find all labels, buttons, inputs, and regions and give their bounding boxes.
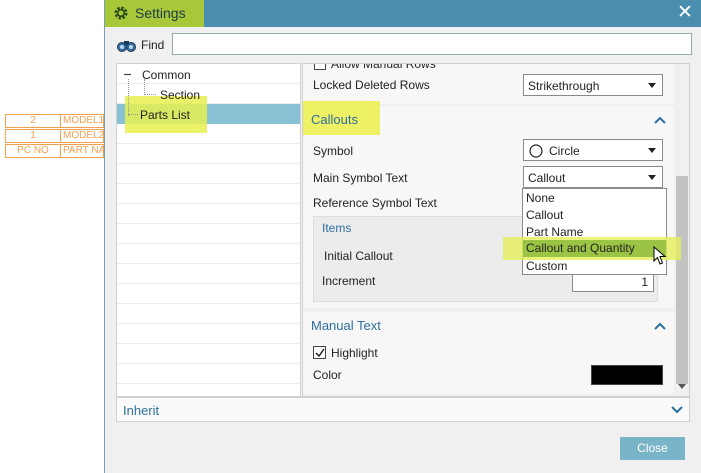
initial-callout-label: Initial Callout [324, 249, 393, 263]
settings-dialog: Settings ✕ Find Common Section Parts Lis… [104, 0, 701, 473]
reference-symbol-text-label: Reference Symbol Text [313, 196, 437, 210]
allow-manual-rows-label: Allow Manual Rows [331, 63, 436, 71]
check-icon [315, 348, 325, 358]
tree-row [117, 304, 300, 324]
color-label: Color [313, 368, 342, 382]
tree-row [117, 324, 300, 344]
locked-deleted-rows-label: Locked Deleted Rows [313, 78, 430, 92]
symbol-label: Symbol [313, 144, 354, 158]
tree-item-section[interactable]: Section [160, 88, 200, 102]
tree-line [128, 114, 138, 115]
tree-item-parts-list[interactable]: Parts List [140, 108, 190, 122]
table-cell: 1 [5, 129, 61, 143]
table-cell: 2 [5, 114, 61, 128]
find-label: Find [141, 38, 165, 52]
gear-icon [114, 6, 128, 20]
chevron-down-icon [648, 175, 656, 180]
manual-text-section-title[interactable]: Manual Text [311, 318, 381, 333]
chevron-up-icon[interactable] [654, 322, 666, 330]
table-cell: PC NO [5, 144, 61, 158]
chevron-up-icon[interactable] [654, 116, 666, 124]
binoculars-icon [117, 41, 136, 52]
symbol-value: Circle [549, 144, 580, 158]
inherit-label: Inherit [123, 403, 160, 418]
symbol-select[interactable]: Circle [523, 139, 663, 161]
dropdown-option-none[interactable]: None [524, 190, 667, 207]
circle-icon [529, 144, 543, 158]
main-symbol-text-select[interactable]: Callout [523, 166, 663, 188]
tree-row [117, 144, 300, 164]
collapse-icon[interactable] [123, 70, 132, 79]
table-cell: PART NA [60, 144, 104, 158]
settings-tree: Common Section Parts List [116, 63, 301, 397]
highlight-label: Highlight [331, 346, 378, 360]
rows-section: Allow Manual Rows Locked Deleted Rows St… [303, 64, 674, 104]
highlight-checkbox[interactable] [313, 346, 326, 359]
tree-line [128, 79, 129, 116]
find-input[interactable] [172, 33, 692, 55]
increment-value: 1 [641, 275, 648, 289]
increment-label: Increment [322, 274, 376, 288]
tree-row [117, 364, 300, 384]
table-cell: MODEL1 [60, 114, 104, 128]
close-icon[interactable]: ✕ [676, 3, 694, 23]
dropdown-option-callout-and-quantity[interactable]: Callout and Quantity [523, 240, 666, 257]
close-button[interactable]: Close [620, 437, 685, 460]
tree-row [117, 244, 300, 264]
locked-deleted-rows-select[interactable]: Strikethrough [523, 74, 663, 96]
table-cell: MODEL2 [60, 129, 104, 143]
tree-row [117, 224, 300, 244]
tree-row [117, 264, 300, 284]
allow-manual-rows-checkbox[interactable] [314, 64, 326, 70]
title-bar[interactable]: Settings ✕ [105, 0, 701, 27]
tree-row [117, 344, 300, 364]
inherit-section[interactable]: Inherit [116, 397, 690, 422]
find-bar: Find [105, 27, 701, 63]
main-symbol-text-dropdown: None Callout Part Name Custom [522, 188, 667, 275]
callouts-section-title[interactable]: Callouts [311, 112, 358, 127]
scroll-down-icon[interactable] [678, 384, 686, 390]
items-group-title: Items [322, 221, 352, 235]
mouse-cursor-icon [653, 246, 667, 265]
main-symbol-text-value: Callout [528, 171, 566, 185]
manual-text-section: Manual Text Highlight Color [303, 312, 674, 394]
tree-line [144, 94, 156, 95]
tree-row [117, 184, 300, 204]
chevron-down-icon[interactable] [671, 406, 683, 414]
locked-deleted-rows-value: Strikethrough [528, 79, 600, 93]
panel-scrollbar[interactable] [674, 64, 689, 396]
chevron-down-icon [648, 148, 656, 153]
tree-row [117, 204, 300, 224]
chevron-down-icon [648, 83, 656, 88]
dropdown-option-custom[interactable]: Custom [524, 258, 667, 275]
tree-row [117, 164, 300, 184]
color-swatch[interactable] [591, 365, 663, 385]
dialog-title: Settings [135, 5, 186, 21]
dropdown-option-label: Callout and Quantity [526, 241, 635, 255]
tree-item-common[interactable]: Common [142, 68, 191, 82]
scroll-thumb[interactable] [676, 176, 688, 384]
tree-row [117, 284, 300, 304]
dropdown-option-callout[interactable]: Callout [524, 207, 667, 224]
main-symbol-text-label: Main Symbol Text [313, 171, 408, 185]
